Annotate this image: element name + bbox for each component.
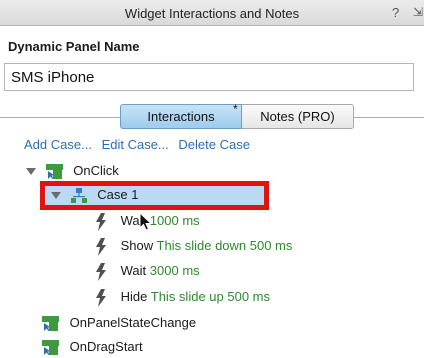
action-verb: Wait xyxy=(120,263,147,278)
delete-case-link[interactable]: Delete Case xyxy=(178,137,250,152)
edit-case-link[interactable]: Edit Case... xyxy=(102,137,169,152)
add-case-link[interactable]: Add Case... xyxy=(24,137,92,152)
tab-notes[interactable]: Notes (PRO) xyxy=(242,104,354,129)
highlight-annotation-box xyxy=(40,181,269,210)
tree-event-onclick[interactable]: OnClick xyxy=(26,161,119,181)
unsaved-marker: * xyxy=(233,102,238,116)
panel-name-input[interactable] xyxy=(4,63,414,91)
tree-event-onpanelstatechange[interactable]: OnPanelStateChange xyxy=(42,313,196,333)
tree-action-show[interactable]: Show This slide down 500 ms xyxy=(95,236,292,256)
tab-interactions[interactable]: Interactions * xyxy=(120,102,242,129)
panel-name-label: Dynamic Panel Name xyxy=(8,39,140,54)
action-detail: 3000 ms xyxy=(149,263,200,278)
action-detail: This slide down 500 ms xyxy=(156,238,293,253)
event-icon xyxy=(42,316,59,332)
lightning-icon xyxy=(96,262,106,281)
expand-triangle-icon[interactable] xyxy=(26,168,36,176)
help-icon[interactable]: ? xyxy=(392,5,399,20)
tree-action-hide[interactable]: Hide This slide up 500 ms xyxy=(95,287,270,307)
event-label: OnDragStart xyxy=(69,339,143,354)
tab-notes-label: Notes (PRO) xyxy=(260,109,335,124)
dock-icon[interactable]: ⇲ xyxy=(413,5,423,19)
lightning-icon xyxy=(96,237,106,256)
tree-action-wait-2[interactable]: Wait 3000 ms xyxy=(95,261,200,281)
event-label: OnClick xyxy=(73,163,119,178)
window-title: Widget Interactions and Notes xyxy=(124,6,300,21)
event-label: OnPanelStateChange xyxy=(69,315,197,330)
title-bar: Widget Interactions and Notes ? ⇲ xyxy=(0,0,424,26)
mouse-cursor-icon xyxy=(139,212,153,231)
tab-interactions-label: Interactions xyxy=(147,109,215,124)
event-icon xyxy=(42,340,59,356)
action-detail: 1000 ms xyxy=(149,213,200,228)
action-detail: This slide up 500 ms xyxy=(150,289,270,304)
tree-event-ondragstart[interactable]: OnDragStart xyxy=(42,337,143,357)
lightning-icon xyxy=(96,288,106,307)
event-icon xyxy=(45,164,63,180)
lightning-icon xyxy=(96,212,106,231)
action-verb: Show xyxy=(120,238,154,253)
case-links: Add Case... Edit Case... Delete Case xyxy=(24,137,256,152)
action-verb: Hide xyxy=(120,289,148,304)
